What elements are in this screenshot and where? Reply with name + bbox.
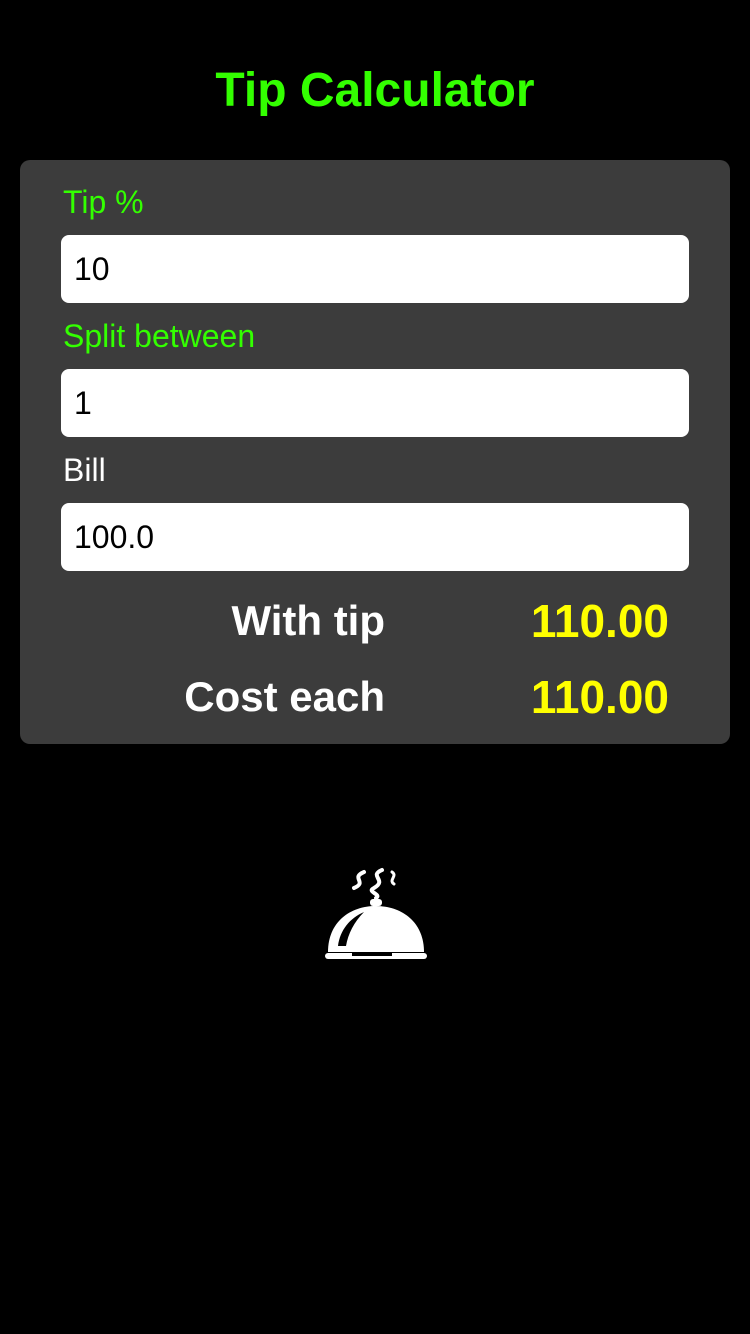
- split-between-input[interactable]: 1: [61, 369, 689, 437]
- bill-input[interactable]: 100.0: [61, 503, 689, 571]
- page-title: Tip Calculator: [215, 64, 535, 117]
- cost-each-label: Cost each: [184, 673, 385, 720]
- with-tip-value: 110.00: [530, 595, 669, 647]
- with-tip-label: With tip: [231, 597, 385, 644]
- tip-percent-input[interactable]: 10: [61, 235, 689, 303]
- cost-each-value: 110.00: [530, 671, 669, 723]
- service-bell-icon: [325, 868, 427, 959]
- split-between-label: Split between: [63, 318, 256, 354]
- bill-label: Bill: [63, 452, 106, 488]
- calculator-card: Tip % 10 Split between 1 Bill 100.0 With…: [20, 160, 730, 744]
- tip-percent-label: Tip %: [63, 184, 144, 220]
